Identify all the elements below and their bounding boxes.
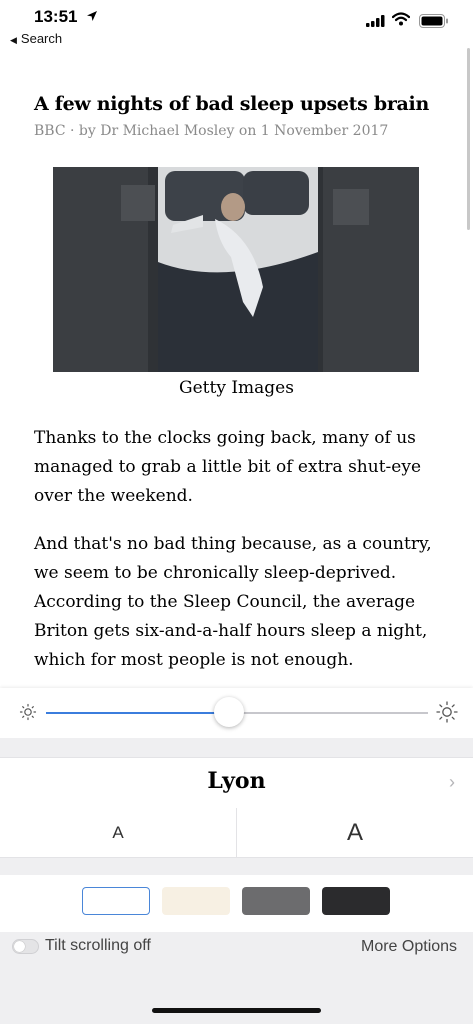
status-bar: 13:51 ◀ Search — [0, 0, 473, 48]
more-options-button[interactable]: More Options — [361, 938, 457, 956]
chevron-right-icon: › — [449, 772, 455, 792]
theme-gray-button[interactable] — [242, 887, 310, 915]
brightness-row — [0, 688, 473, 738]
brightness-slider-fill — [46, 712, 230, 714]
brightness-slider-thumb[interactable] — [214, 697, 245, 727]
brightness-low-icon — [19, 703, 37, 721]
battery-icon — [419, 14, 448, 28]
theme-black-button[interactable] — [322, 887, 390, 915]
cellular-signal-icon — [366, 15, 385, 27]
decrease-text-size-button[interactable]: A — [0, 808, 236, 857]
text-size-row: A A — [0, 808, 473, 858]
back-label: Search — [20, 31, 63, 46]
scroll-indicator[interactable] — [467, 48, 470, 230]
article-hero-image — [53, 167, 419, 372]
article-byline: BBC · by Dr Michael Mosley on 1 November… — [34, 122, 389, 139]
settings-footer: Tilt scrolling off More Options — [0, 932, 473, 1024]
tilt-scrolling-toggle[interactable] — [12, 939, 39, 954]
font-name: Lyon — [207, 768, 266, 794]
article-headline: A few nights of bad sleep upsets brain — [34, 93, 429, 115]
article-paragraph: And that's no bad thing because, as a co… — [34, 534, 432, 670]
status-time: 13:51 — [34, 7, 78, 26]
home-indicator[interactable] — [152, 1008, 321, 1013]
article-header: A few nights of bad sleep upsets brain B… — [34, 92, 434, 139]
theme-sepia-button[interactable] — [162, 887, 230, 915]
reader-settings-panel: Lyon › A A Tilt scrolling off More Optio… — [0, 688, 473, 1024]
font-selector-row[interactable]: Lyon › — [0, 757, 473, 809]
image-caption: Getty Images — [179, 378, 294, 398]
tilt-scrolling-label: Tilt scrolling off — [45, 937, 151, 954]
back-triangle-icon: ◀ — [10, 35, 17, 45]
wifi-icon — [392, 12, 410, 26]
theme-selector-row — [0, 875, 473, 932]
bedroom-photo-illustration — [53, 167, 419, 372]
brightness-high-icon — [436, 701, 458, 723]
article-paragraph: Thanks to the clocks going back, many of… — [34, 428, 421, 506]
increase-text-size-button[interactable]: A — [237, 808, 473, 857]
toggle-knob — [14, 941, 25, 952]
location-arrow-icon — [87, 11, 97, 21]
back-to-search-link[interactable]: ◀ Search — [10, 31, 62, 46]
theme-white-button[interactable] — [82, 887, 150, 915]
